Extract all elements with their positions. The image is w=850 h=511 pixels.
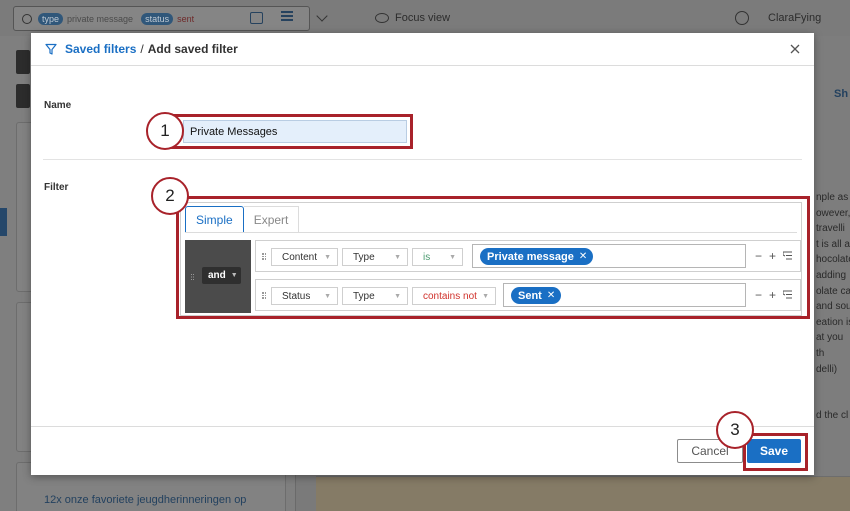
dialog-footer: Cancel Save [31,426,814,475]
search-chip-value: sent [177,13,195,24]
breadcrumb-saved-filters[interactable]: Saved filters [65,42,136,56]
avatar [16,50,30,74]
breadcrumb-separator: / [140,42,144,56]
annotation-highlight-save [743,433,808,471]
annotation-badge-3: 3 [716,411,754,449]
name-label: Name [44,100,72,111]
eye-icon[interactable] [375,13,389,23]
calendar-icon[interactable] [250,12,263,24]
filter-label: Filter [44,182,69,193]
right-tab[interactable]: Sh [834,88,848,100]
dialog-header: Saved filters / Add saved filter [31,33,814,66]
annotation-badge-1: 1 [146,112,184,150]
bottom-panel [316,476,850,511]
search-chip-value: private message [67,13,134,24]
search-bar[interactable]: type private message status sent [13,6,310,31]
list-icon[interactable] [281,11,293,23]
user-menu[interactable]: ClaraFying [768,12,821,24]
avatar [16,84,30,108]
divider [43,159,802,160]
annotation-highlight-name [168,114,413,149]
bug-icon[interactable] [735,11,749,25]
close-icon[interactable] [788,42,802,56]
search-chip-key: type [38,12,64,25]
page-title: Add saved filter [147,42,238,56]
annotation-highlight-filter [176,196,810,319]
search-icon [22,13,32,24]
post-title-link[interactable]: 12x onze favoriete jeugdherinneringen op [44,494,246,506]
right-text: nple as owever, travelli t is all a hoco… [816,192,850,422]
funnel-icon [45,43,57,55]
focus-view-button[interactable]: Focus view [395,12,450,24]
annotation-badge-2: 2 [151,177,189,215]
sidebar-active-indicator [0,208,7,236]
search-chip-key: status [141,12,174,25]
